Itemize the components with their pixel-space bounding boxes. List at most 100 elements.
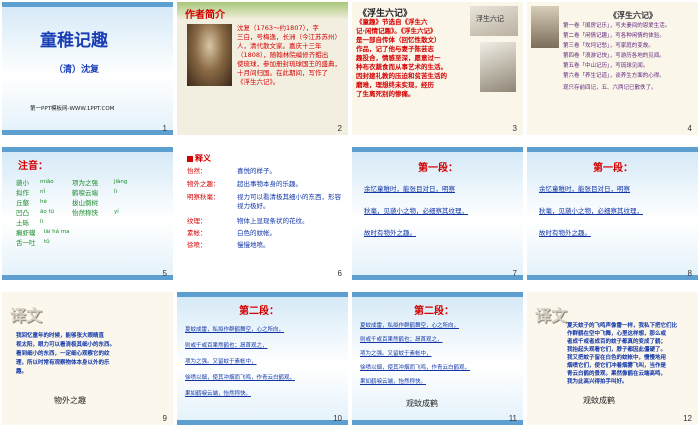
vocab-pinyin: jiàng	[114, 179, 128, 185]
bio-line: 人，清代散文家。嘉庆十三年	[237, 42, 322, 50]
text-line: 是一部自传体（回忆性散文）	[356, 36, 441, 44]
definition-term: 纹理：	[187, 217, 207, 225]
passage-line: 则或千或百果然鹤也；昂首观之，	[185, 343, 268, 349]
passage-line: 则或千或百果然鹤也；昂首观之，	[360, 337, 443, 343]
bullet-icon	[187, 155, 193, 162]
definition-term: 物外之趣：	[187, 180, 220, 188]
slide-thumbnail-2[interactable]: 作者简介 沈复（1763～约1807），字 三白，号梅逸，长洲（今江苏苏州） 人…	[177, 2, 348, 135]
translation-line: 烟喷它们，使它们冲着烟雾飞叫，当作是	[567, 363, 667, 369]
translation-line: 我又把蚊子留在白色的蚊帐中，慢慢地用	[567, 355, 667, 361]
vocab-word: 拟作	[16, 189, 29, 197]
slide-title: 第二段：	[239, 306, 279, 317]
vocab-pinyin: hè	[40, 199, 47, 205]
vocab-word: 拔山倒树	[72, 199, 98, 207]
volume-item: 第一卷「闺房记乐」，写夫妻间的恩爱生活。	[563, 23, 671, 29]
translation-line: 理，所以时常有观察物体本身以外的乐	[16, 360, 110, 366]
translation-line: 看到细小的东西，一定细心观察它的纹	[16, 351, 110, 357]
slide-number: 10	[333, 414, 342, 423]
slide-stripe	[527, 275, 698, 280]
slide-stripe	[2, 2, 173, 7]
slide-stripe	[2, 130, 173, 135]
slide-title: 译文	[10, 306, 43, 325]
book-cover-image: 浮生六记	[470, 6, 518, 36]
vocab-word: 凹凸	[16, 209, 29, 217]
translation-line: 趣。	[16, 369, 28, 375]
definition-value: 超出事物本身的乐趣。	[237, 180, 302, 188]
slide-heading: 作者简介	[185, 10, 225, 21]
definition-term: 怡然：	[187, 167, 207, 175]
vocab-word: 怡然称快	[72, 209, 98, 217]
volume-item: 第三卷「坎坷记愁」，写家庭的变故。	[563, 43, 654, 49]
slide-thumbnail-11[interactable]: 第二段： 夏蚊成雷，私拟作群鹤舞空，心之所向， 则或千或百果然鹤也；昂首观之， …	[352, 292, 523, 425]
bio-line: 沈复（1763～约1807），字	[237, 24, 319, 32]
passage-line: 果如鹤唳云端，怡然称快。	[360, 379, 427, 385]
passage-line: 夏蚊成雷，私拟作群鹤舞空，心之所向，	[360, 323, 460, 329]
passage-line: 余忆童稚时，能张目对日，明察	[539, 185, 630, 193]
slide-thumbnail-6[interactable]: 释义 怡然： 喜悦的样子。 物外之趣： 超出事物本身的乐趣。 明察秋毫： 视力可…	[177, 147, 348, 280]
bio-line: （1808），随翰林院编修齐鲲出	[237, 51, 329, 59]
slide-thumbnail-1[interactable]: 童稚记趣 （清）沈复 第一PPT模板网-WWW.1PPT.COM 1	[2, 2, 173, 135]
text-line: 因封建礼教的压迫和贫苦生活的	[356, 72, 447, 80]
slide-thumbnail-12[interactable]: 译文 夏天蚊子的飞鸣声像雷一样，我私下把它们比 作群鹤在空中飞舞，心里这样想，那…	[527, 292, 698, 425]
slide-stripe	[352, 275, 523, 280]
slide-sorter-grid: 童稚记趣 （清）沈复 第一PPT模板网-WWW.1PPT.COM 1 作者简介 …	[0, 0, 700, 431]
volume-item: 第六卷「养生记道」，谈养生方面的心得。	[563, 73, 665, 79]
text-line: 《童趣》节选自《浮生六	[356, 18, 428, 26]
slide-thumbnail-10[interactable]: 第二段： 夏蚊成雷，私拟作群鹤舞空，心之所向， 则或千或百果然鹤也；昂首观之， …	[177, 292, 348, 425]
slide-caption: 物外之趣	[54, 396, 86, 405]
passage-line: 余忆童稚时，能张目对日，明察	[364, 185, 455, 193]
text-line: 作品，记了他与妻子陈芸志	[356, 45, 434, 53]
passage-line: 项为之强。又留蚊于素帐中，	[360, 351, 432, 357]
slide-title-text: 释义	[195, 154, 211, 163]
slide-number: 12	[683, 414, 692, 423]
vocab-word: 藐小	[16, 179, 29, 187]
definition-term: 素帐：	[187, 229, 207, 237]
bio-line: 《浮生六记》。	[237, 78, 280, 86]
translation-line: 我为此高兴得拍手叫好。	[567, 379, 628, 385]
volume-note: 现只存前四记，五、六两记已散佚了。	[563, 85, 657, 91]
slide-thumbnail-8[interactable]: 第一段： 余忆童稚时，能张目对日，明察 秋毫，见藐小之物，必细察其纹理， 故时有…	[527, 147, 698, 280]
slide-thumbnail-3[interactable]: 《浮生六记》 《童趣》节选自《浮生六 记·闲情记趣》。《浮生六记》 是一部自传体…	[352, 2, 523, 135]
text-line: 了生离死别的惨痛。	[356, 90, 415, 98]
passage-line: 故时有物外之趣。	[539, 229, 591, 237]
text-line: 种布衣蔬食而从事艺术的生活。	[356, 63, 447, 71]
definition-term: 徐喷：	[187, 241, 207, 249]
translation-line: 我抬起头观看它们，脖子都因此僵硬了。	[567, 347, 667, 353]
slide-number: 7	[512, 269, 517, 278]
book-cover-label: 浮生六记	[476, 15, 504, 23]
passage-line: 徐喷以烟，使其冲烟而飞鸣，作青云白鹤观，	[185, 375, 296, 381]
slide-title: 注音：	[18, 161, 48, 172]
slide-number: 9	[162, 414, 167, 423]
text-line: 趣投合，情感至深，愿意过一	[356, 54, 441, 62]
slide-title: 第二段：	[414, 306, 454, 317]
slide-stripe	[177, 292, 348, 297]
volume-item: 第二卷「闲情记趣」，写各种闲情的体验。	[563, 33, 665, 39]
passage-line: 秋毫，见藐小之物，必细察其纹理，	[364, 207, 468, 215]
slide-thumbnail-7[interactable]: 第一段： 余忆童稚时，能张目对日，明察 秋毫，见藐小之物，必细察其纹理， 故时有…	[352, 147, 523, 280]
slide-thumbnail-9[interactable]: 译文 我回忆童年的时候，能够张大眼睛直 视太阳，眼力可以看清极其细小的东西。 看…	[2, 292, 173, 425]
vocab-pinyin: lì	[114, 189, 118, 195]
volume-item: 第五卷「中山记历」，写琉球见闻。	[563, 63, 649, 69]
slide-number: 2	[337, 124, 342, 133]
slide-caption: 观蚊成鹤	[406, 399, 438, 408]
vocab-word: 丘壑	[16, 199, 29, 207]
passage-line: 秋毫，见藐小之物，必细察其纹理，	[539, 207, 643, 215]
definition-term: 明察秋毫：	[187, 193, 220, 201]
slide-number: 1	[162, 124, 167, 133]
slide-number: 5	[162, 269, 167, 278]
author-portrait-image	[187, 24, 232, 86]
vocab-pinyin: lài há ma	[44, 229, 70, 235]
slide-caption: 观蚊成鹤	[583, 396, 615, 405]
vocab-word: 鹤唳云端	[72, 189, 98, 197]
slide-author: （清）沈复	[54, 65, 100, 75]
slide-title: 童稚记趣	[40, 31, 108, 51]
slide-title: 《浮生六记》	[609, 11, 657, 20]
slide-stripe	[352, 292, 523, 297]
slide-stripe	[527, 147, 698, 152]
vocab-pinyin: yí	[114, 209, 119, 215]
slide-thumbnail-5[interactable]: 注音： 藐小 miǎo 项为之强 jiàng 拟作 nǐ 鹤唳云端 lì 丘壑 …	[2, 147, 173, 280]
slide-thumbnail-4[interactable]: 《浮生六记》 第一卷「闺房记乐」，写夫妻间的恩爱生活。 第二卷「闲情记趣」，写各…	[527, 2, 698, 135]
slide-number: 6	[337, 269, 342, 278]
slide-stripe	[177, 420, 348, 425]
book-image	[531, 6, 559, 48]
